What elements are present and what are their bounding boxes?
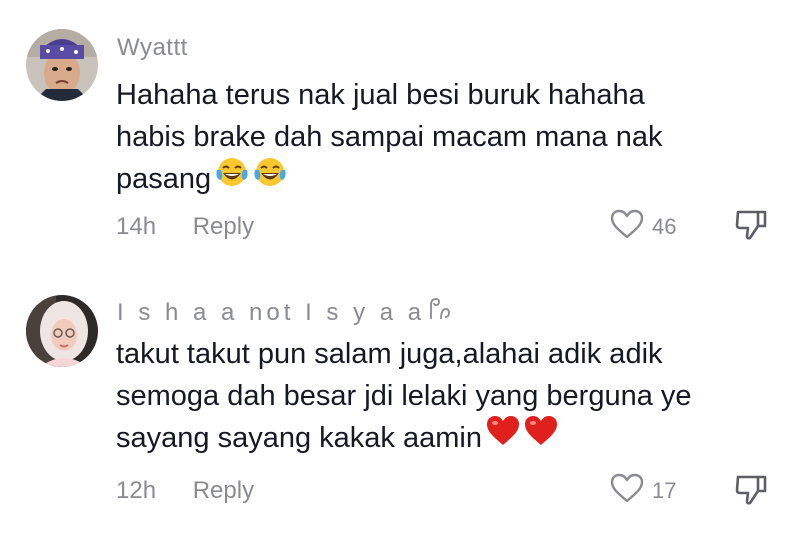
comment-text-line: Hahaha terus nak jual besi buruk hahaha [116,79,645,111]
comment-text-segment: sayang sayang kakak aamin [116,422,482,454]
dislike-button[interactable] [734,208,768,247]
avatar[interactable] [26,295,98,367]
username[interactable]: Wyattt [117,34,188,62]
red-heart-emoji-icon [486,415,520,459]
like-count: 46 [652,213,677,239]
dislike-button[interactable] [734,473,768,512]
comment-text: Hahaha terus nak jual besi buruk hahaha … [116,74,776,202]
comment-text-line: takut takut pun salam juga,alahai adik a… [116,338,663,370]
red-heart-emoji-icon [524,415,558,459]
username[interactable]: I s h a a not I s y a a [117,297,451,330]
comment-text: takut takut pun salam juga,alahai adik a… [116,333,776,461]
thumbs-down-icon [734,210,768,246]
comment-meta: 14h Reply [116,213,254,241]
username-text: I s h a a not I s y a a [117,298,426,326]
comment-text-line: semoga dah besar jdi lelaki yang berguna… [116,380,692,412]
like-button[interactable]: 46 [610,209,676,244]
comment-text-segment: pasang [116,163,212,195]
avatar[interactable] [26,29,98,101]
comment-text-line: habis brake dah sampai macam mana nak [116,121,663,153]
comment-item: Wyattt Hahaha terus nak jual besi buruk … [0,0,800,270]
comment-meta: 12h Reply [116,477,254,505]
comment-item: I s h a a not I s y a a takut takut pun … [0,270,800,548]
comment-text-line: sayang sayang kakak aamin [116,415,776,461]
like-button[interactable]: 17 [610,473,676,508]
timestamp: 14h [116,213,157,240]
like-count: 17 [652,477,677,503]
heart-outline-icon [610,473,644,508]
timestamp: 12h [116,477,157,504]
avatar-image [26,295,98,367]
thumbs-down-icon [734,475,768,511]
avatar-image [26,29,98,101]
heart-outline-icon [610,209,644,244]
tears-of-joy-emoji-icon [253,156,287,200]
comment-text-line: pasang [116,158,776,202]
reply-button[interactable]: Reply [193,213,254,241]
lao-glyph-icon [427,297,451,330]
reply-button[interactable]: Reply [193,477,254,505]
tears-of-joy-emoji-icon [215,156,249,200]
